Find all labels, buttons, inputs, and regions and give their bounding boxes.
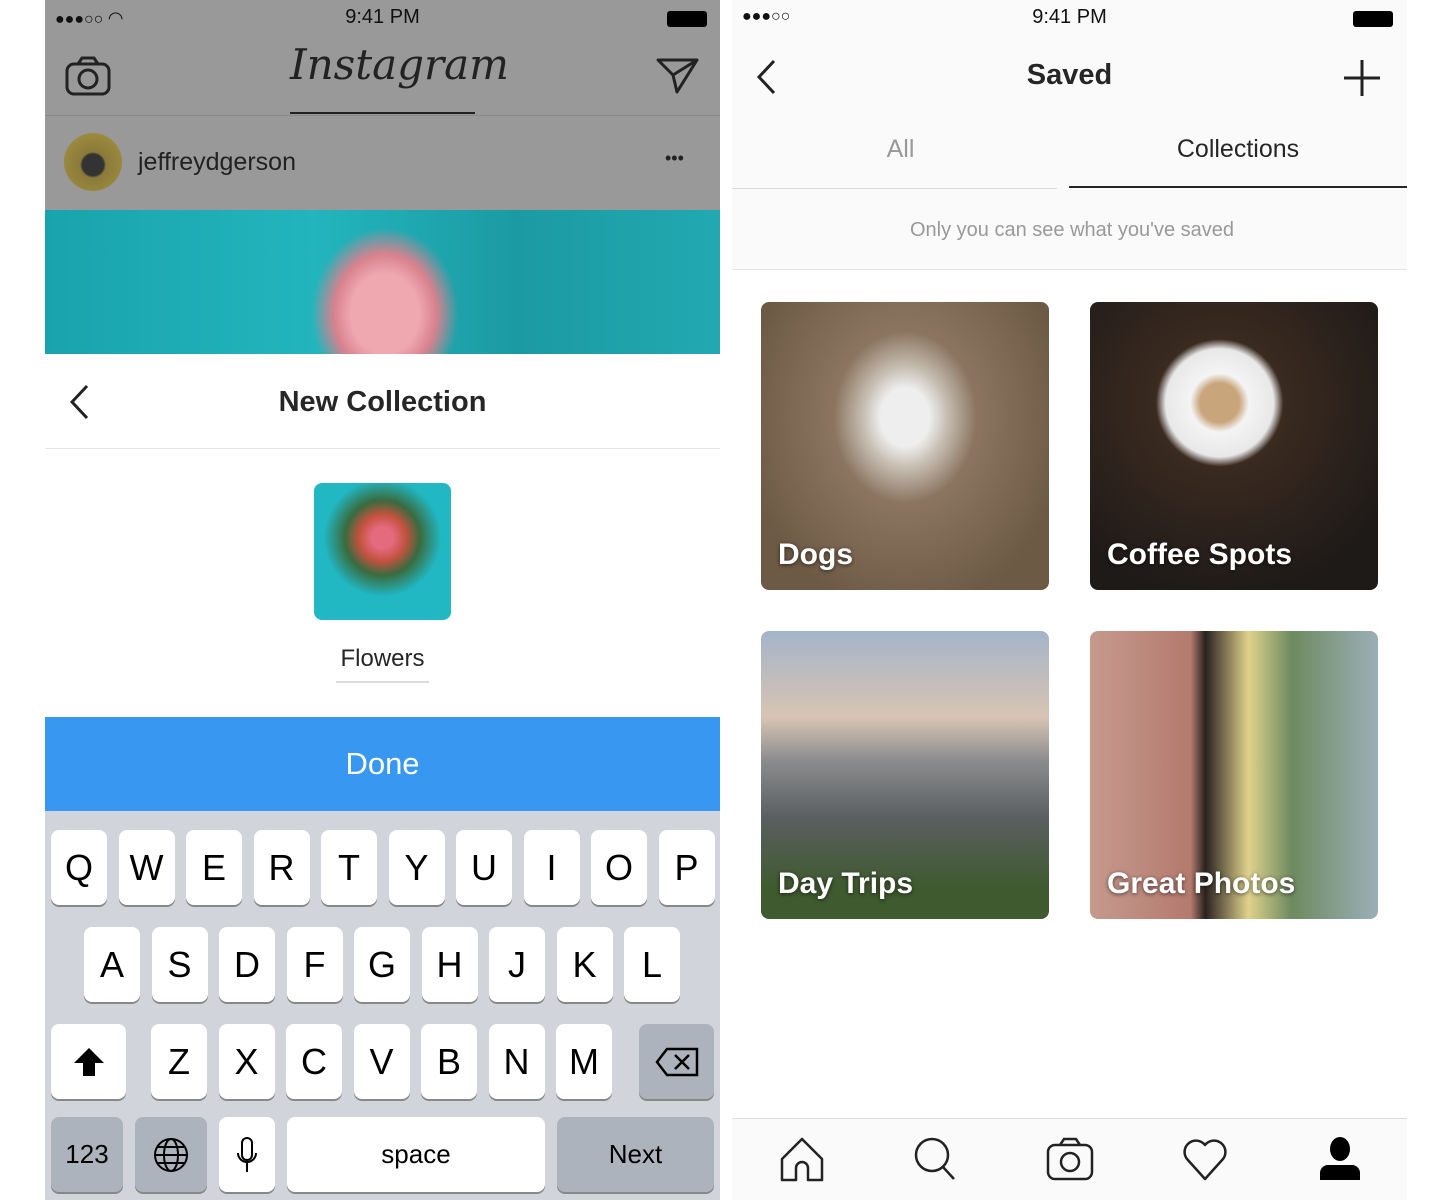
- collection-great-photos[interactable]: Great Photos: [1090, 631, 1378, 919]
- key-f[interactable]: F: [286, 927, 343, 1002]
- tab-collections[interactable]: Collections: [1069, 135, 1407, 164]
- more-options-icon[interactable]: •••: [665, 148, 684, 169]
- key-p[interactable]: P: [658, 830, 715, 905]
- keyboard: Q W E R T Y U I O P A S D F G H J K L Z X C V B N M 123 space Next: [45, 811, 720, 1200]
- sheet-title: New Collection: [278, 386, 487, 418]
- left-phone-screen: ●●●○○ ◠ 9:41 PM Instagram jeffreydgerson…: [45, 0, 720, 1200]
- key-y[interactable]: Y: [388, 830, 445, 905]
- key-u[interactable]: U: [456, 830, 512, 905]
- key-j[interactable]: J: [489, 927, 545, 1002]
- post-username[interactable]: jeffreydgerson: [138, 148, 296, 177]
- privacy-notice: Only you can see what you've saved: [909, 219, 1234, 241]
- done-button[interactable]: Done: [45, 717, 720, 811]
- shift-icon: [73, 1047, 104, 1076]
- flowers-photo: [305, 220, 465, 354]
- collection-label: Day Trips: [778, 867, 914, 900]
- backspace-key[interactable]: [639, 1024, 714, 1099]
- key-m[interactable]: M: [556, 1024, 612, 1099]
- key-d[interactable]: D: [219, 927, 275, 1002]
- dictation-key[interactable]: [219, 1117, 275, 1192]
- camera-icon[interactable]: [65, 56, 111, 96]
- page-title: Saved: [1026, 59, 1113, 91]
- collection-coffee-spots[interactable]: Coffee Spots: [1090, 302, 1378, 590]
- key-v[interactable]: V: [353, 1024, 410, 1099]
- dimmed-feed-header: [45, 0, 720, 210]
- divider: [45, 448, 720, 449]
- key-t[interactable]: T: [321, 830, 377, 905]
- key-x[interactable]: X: [218, 1024, 275, 1099]
- collection-day-trips[interactable]: Day Trips: [761, 631, 1049, 919]
- collection-dogs[interactable]: Dogs: [761, 302, 1049, 590]
- add-collection-icon[interactable]: [1342, 58, 1382, 98]
- key-i[interactable]: I: [523, 830, 580, 905]
- key-e[interactable]: E: [186, 830, 242, 905]
- heart-icon[interactable]: [1180, 1135, 1230, 1185]
- key-z[interactable]: Z: [151, 1024, 207, 1099]
- camera-icon[interactable]: [1045, 1135, 1095, 1185]
- status-time: 9:41 PM: [345, 6, 420, 28]
- key-g[interactable]: G: [354, 927, 410, 1002]
- microphone-icon: [237, 1136, 257, 1172]
- post-image: [45, 210, 720, 354]
- collection-name-input[interactable]: Flowers: [45, 645, 720, 673]
- direct-message-icon[interactable]: [655, 55, 700, 95]
- search-icon[interactable]: [912, 1135, 962, 1185]
- globe-key[interactable]: [135, 1117, 207, 1192]
- space-key[interactable]: space: [287, 1117, 545, 1192]
- key-b[interactable]: B: [421, 1024, 477, 1099]
- key-w[interactable]: W: [118, 830, 175, 905]
- key-l[interactable]: L: [624, 927, 680, 1002]
- collection-label: Great Photos: [1107, 867, 1296, 900]
- input-underline: [336, 681, 429, 683]
- battery-icon: [1353, 11, 1393, 27]
- logo-underline: [290, 112, 475, 114]
- numbers-key[interactable]: 123: [51, 1117, 123, 1192]
- key-n[interactable]: N: [488, 1024, 545, 1099]
- battery-icon: [667, 11, 707, 27]
- next-key[interactable]: Next: [557, 1117, 714, 1192]
- key-h[interactable]: H: [421, 927, 478, 1002]
- status-time: 9:41 PM: [1032, 6, 1107, 28]
- key-c[interactable]: C: [286, 1024, 342, 1099]
- collection-label: Dogs: [778, 538, 853, 571]
- avatar[interactable]: [64, 133, 122, 191]
- home-icon[interactable]: [777, 1135, 827, 1185]
- active-tab-indicator: [1069, 186, 1407, 188]
- key-r[interactable]: R: [253, 830, 310, 905]
- shift-key[interactable]: [51, 1024, 126, 1099]
- key-o[interactable]: O: [591, 830, 647, 905]
- collection-cover-image[interactable]: [314, 483, 451, 620]
- divider: [45, 115, 720, 116]
- key-q[interactable]: Q: [51, 830, 107, 905]
- tab-all[interactable]: All: [732, 135, 1069, 164]
- collection-label: Coffee Spots: [1107, 538, 1293, 571]
- profile-icon[interactable]: [1315, 1135, 1365, 1185]
- instagram-logo: Instagram: [290, 40, 509, 89]
- globe-icon: [154, 1137, 188, 1172]
- divider: [732, 269, 1407, 270]
- backspace-icon: [654, 1047, 698, 1076]
- key-k[interactable]: K: [556, 927, 613, 1002]
- key-a[interactable]: A: [84, 927, 140, 1002]
- right-phone-screen: ●●●○○ 9:41 PM Saved All Collections Only…: [732, 0, 1407, 1200]
- tab-divider: [732, 188, 1057, 189]
- key-s[interactable]: S: [151, 927, 208, 1002]
